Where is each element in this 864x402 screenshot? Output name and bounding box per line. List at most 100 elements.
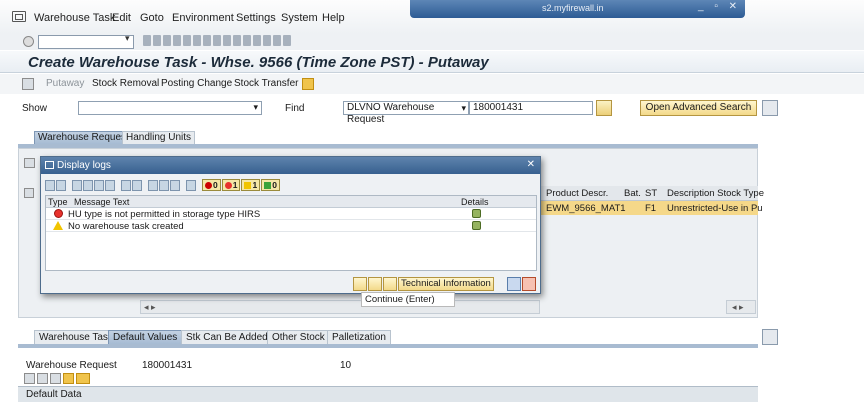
cancel-icon[interactable]: [173, 35, 181, 46]
stop-count[interactable]: 0: [202, 179, 221, 191]
technical-information-button[interactable]: Technical Information: [398, 277, 494, 291]
info-icon[interactable]: [186, 180, 196, 191]
horizontal-scrollbar-right[interactable]: ◂ ▸: [726, 300, 756, 314]
save-icon[interactable]: [143, 35, 151, 46]
collapse-icon[interactable]: [24, 158, 35, 168]
show-dropdown[interactable]: ▾: [78, 101, 262, 115]
col-stock-type[interactable]: ST: [645, 188, 657, 199]
log-row[interactable]: No warehouse task created: [46, 221, 536, 232]
success-count[interactable]: 0: [261, 179, 280, 191]
menu-help[interactable]: Help: [322, 12, 345, 24]
find-type-dropdown[interactable]: DLVNO Warehouse Request ▾: [343, 101, 469, 125]
sort-descending-icon[interactable]: [83, 180, 93, 191]
shortcut-icon[interactable]: [263, 35, 271, 46]
stock-transfer-button[interactable]: Stock Transfer: [234, 78, 298, 89]
menu-edit[interactable]: Edit: [112, 12, 131, 24]
filter-set-icon[interactable]: [94, 180, 104, 191]
details-icon[interactable]: [472, 221, 481, 230]
print-preview-icon[interactable]: [132, 180, 142, 191]
print-icon[interactable]: [183, 35, 191, 46]
dialog-titlebar: Display logs ✕: [41, 157, 540, 174]
sort-ascending-icon[interactable]: [72, 180, 82, 191]
dialog-close-icon[interactable]: ✕: [527, 159, 535, 170]
posting-change-button[interactable]: Posting Change: [161, 78, 232, 89]
sap-menu-icon[interactable]: [12, 11, 26, 22]
select-layout-icon[interactable]: [170, 180, 180, 191]
details-icon[interactable]: [472, 209, 481, 218]
putaway-button[interactable]: Putaway: [46, 78, 84, 89]
warning-icon: [244, 182, 252, 189]
lower-settings-icon[interactable]: [762, 329, 778, 345]
export-icon[interactable]: [148, 180, 158, 191]
enter-icon[interactable]: [23, 36, 34, 47]
col-product-descr[interactable]: Product Descr.: [546, 188, 608, 199]
continue-button[interactable]: [353, 277, 367, 291]
first-page-icon[interactable]: [213, 35, 221, 46]
tab-other-stock[interactable]: Other Stock: [267, 330, 330, 344]
info-icon[interactable]: [507, 277, 521, 291]
last-page-icon[interactable]: [243, 35, 251, 46]
layout-icon[interactable]: [159, 180, 169, 191]
new-session-icon[interactable]: [253, 35, 261, 46]
find-icon[interactable]: [193, 35, 201, 46]
execute-search-icon[interactable]: [596, 100, 612, 116]
display-icon[interactable]: [22, 78, 34, 90]
menu-warehouse-task[interactable]: Warehouse Task: [34, 12, 115, 24]
help-icon[interactable]: [383, 277, 397, 291]
tab-default-values[interactable]: Default Values: [108, 330, 183, 344]
refresh-icon[interactable]: [63, 373, 74, 384]
layout-menu-icon[interactable]: [76, 373, 90, 384]
exit-icon[interactable]: [163, 35, 171, 46]
tab-stk-can-be-added[interactable]: Stk Can Be Added: [181, 330, 273, 344]
save-log-icon[interactable]: [45, 180, 55, 191]
details-icon[interactable]: [50, 373, 61, 384]
help-icon[interactable]: [273, 35, 281, 46]
menu-system[interactable]: System: [281, 12, 318, 24]
settings-icon[interactable]: [762, 100, 778, 116]
select-all-icon[interactable]: [24, 188, 34, 198]
lower-toolbar: [24, 373, 90, 384]
table-row[interactable]: EWM_9566_MAT1 F1 Unrestricted-Use in Pu: [540, 201, 763, 215]
filter-icon[interactable]: [56, 180, 66, 191]
scroll-arrows-icon[interactable]: ◂ ▸: [732, 302, 744, 312]
col-batch[interactable]: Bat.: [624, 188, 641, 199]
tab-handling-units[interactable]: Handling Units: [122, 131, 196, 144]
horizontal-scrollbar-left[interactable]: ◂ ▸: [140, 300, 540, 314]
col-type[interactable]: Type: [48, 197, 68, 207]
success-icon: [264, 182, 272, 189]
log-row[interactable]: HU type is not permitted in storage type…: [46, 209, 536, 220]
layout-icon[interactable]: [283, 35, 291, 46]
lower-tab-strip: [18, 344, 758, 348]
menu-environment[interactable]: Environment: [172, 12, 234, 24]
find-value: 180001431: [473, 102, 524, 113]
subtotal-icon[interactable]: [121, 180, 131, 191]
stock-removal-button[interactable]: Stock Removal: [92, 78, 159, 89]
move-down-icon[interactable]: [37, 373, 48, 384]
application-toolbar: Putaway Stock Removal Posting Change Sto…: [0, 74, 864, 94]
sum-icon[interactable]: [105, 180, 115, 191]
col-stock-type-descr[interactable]: Description Stock Type: [667, 188, 764, 199]
menu-goto[interactable]: Goto: [140, 12, 164, 24]
back-icon[interactable]: [153, 35, 161, 46]
error-count[interactable]: 1: [221, 179, 241, 191]
col-details[interactable]: Details: [461, 197, 489, 207]
next-page-icon[interactable]: [233, 35, 241, 46]
find-value-input[interactable]: 180001431: [469, 101, 593, 115]
search-icon[interactable]: [368, 277, 382, 291]
tab-warehouse-task[interactable]: Warehouse Task: [34, 330, 118, 344]
command-field[interactable]: [38, 35, 134, 49]
menu-settings[interactable]: Settings: [236, 12, 276, 24]
tab-warehouse-request[interactable]: Warehouse Request: [34, 131, 133, 144]
col-message-text[interactable]: Message Text: [74, 197, 129, 207]
window-controls[interactable]: _ ▫ ✕: [698, 1, 741, 12]
move-up-icon[interactable]: [24, 373, 35, 384]
warning-count[interactable]: 1: [241, 179, 261, 191]
save-folder-icon[interactable]: [302, 78, 314, 90]
cancel-icon[interactable]: [522, 277, 536, 291]
tab-palletization[interactable]: Palletization: [327, 330, 391, 344]
open-advanced-search-button[interactable]: Open Advanced Search: [640, 100, 757, 116]
command-dropdown-icon[interactable]: ▾: [125, 33, 130, 44]
prev-page-icon[interactable]: [223, 35, 231, 46]
find-next-icon[interactable]: [203, 35, 211, 46]
scroll-arrows-icon[interactable]: ◂ ▸: [144, 302, 156, 312]
